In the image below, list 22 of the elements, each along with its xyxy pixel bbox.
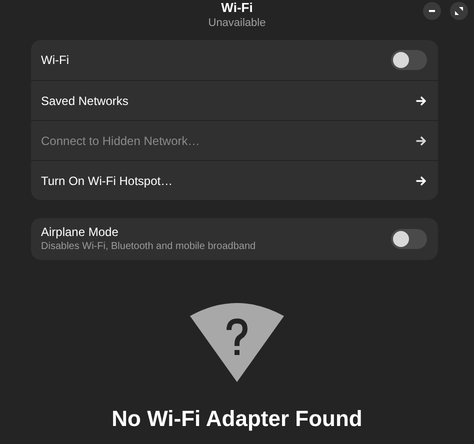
arrow-icon bbox=[416, 136, 427, 146]
settings-row[interactable]: Wi-Fi bbox=[31, 40, 438, 80]
toggle-switch[interactable] bbox=[391, 50, 427, 70]
window-title: Wi-Fi bbox=[221, 0, 253, 16]
wifi-question-icon bbox=[190, 300, 284, 382]
row-label: Saved Networks bbox=[41, 92, 128, 110]
settings-row[interactable]: Saved Networks bbox=[31, 80, 438, 120]
arrow-icon bbox=[416, 96, 427, 106]
arrow-icon bbox=[416, 176, 427, 186]
row-label: Connect to Hidden Network… bbox=[41, 132, 200, 150]
restore-icon bbox=[455, 7, 463, 15]
row-label: Airplane Mode bbox=[41, 224, 120, 240]
restore-button[interactable] bbox=[450, 2, 468, 20]
window-subtitle: Unavailable bbox=[208, 16, 266, 30]
minimize-icon bbox=[429, 10, 435, 12]
settings-row[interactable]: Turn On Wi-Fi Hotspot… bbox=[31, 160, 438, 200]
toggle-switch[interactable] bbox=[391, 229, 427, 249]
minimize-button[interactable] bbox=[423, 2, 441, 20]
row-description: Disables Wi-Fi, Bluetooth and mobile broadband bbox=[41, 240, 256, 254]
row-label: Wi-Fi bbox=[41, 52, 69, 69]
row-label: Turn On Wi-Fi Hotspot… bbox=[41, 172, 173, 190]
status-heading: No Wi-Fi Adapter Found bbox=[112, 405, 362, 433]
